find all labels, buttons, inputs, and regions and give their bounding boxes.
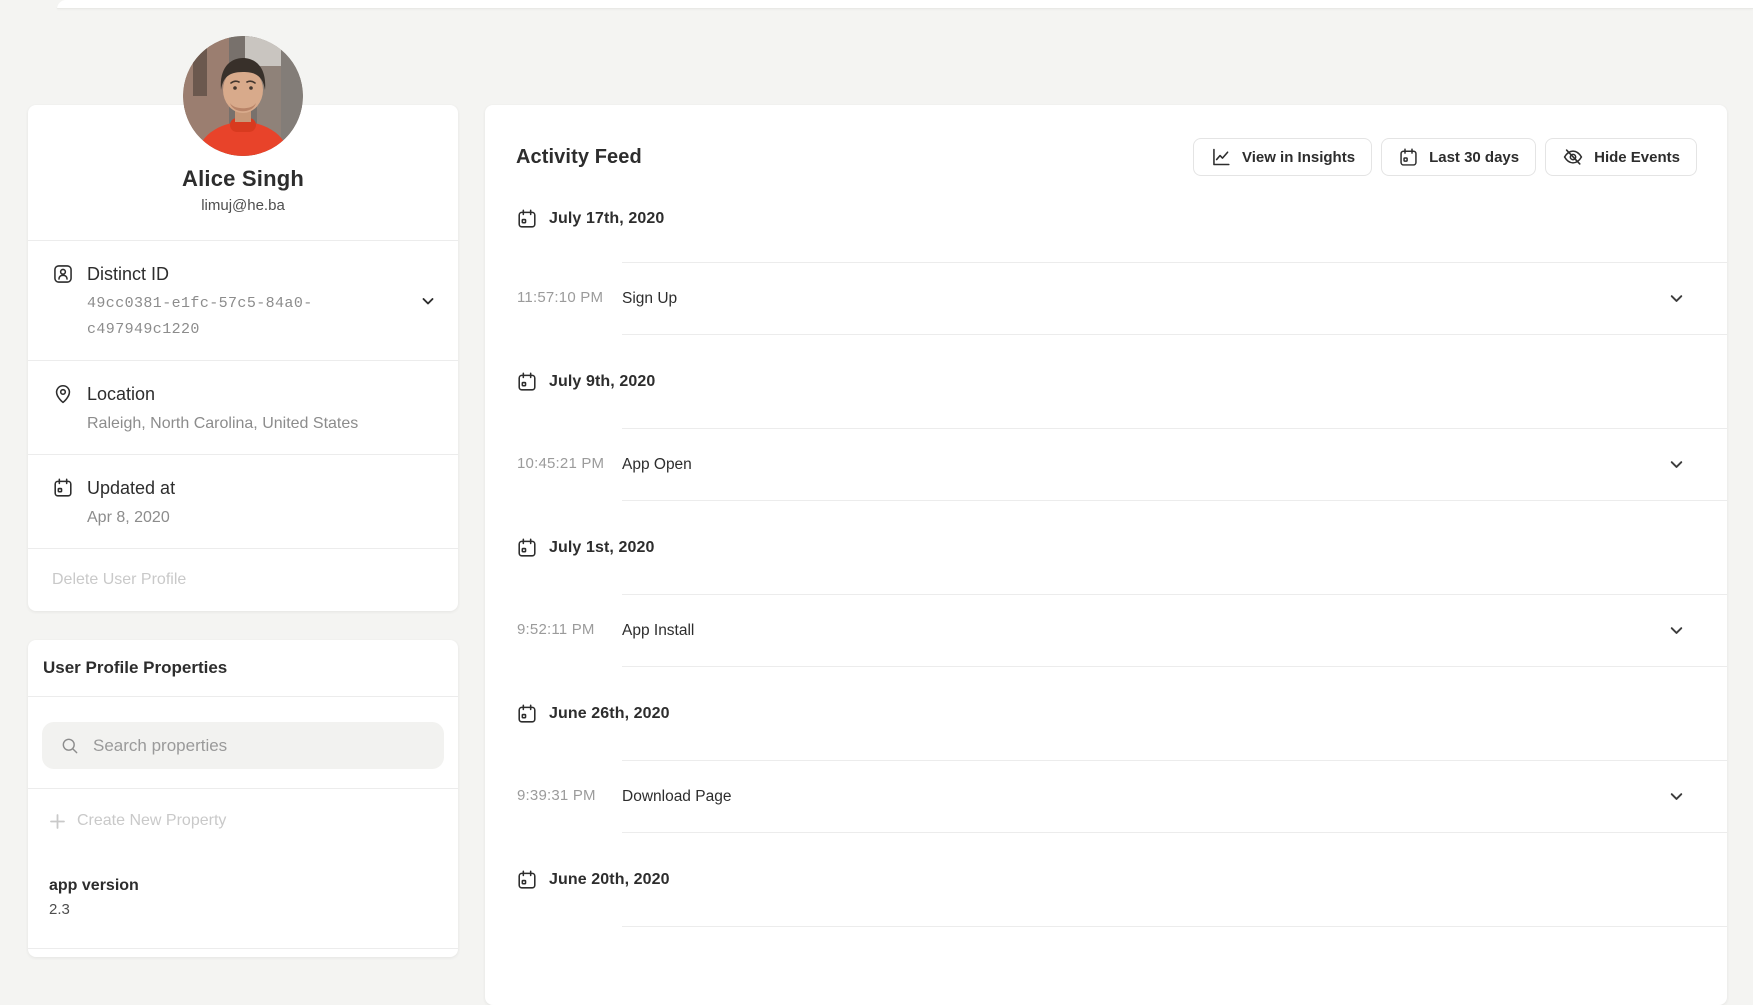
user-profile-properties-card: User Profile Properties Create New Prope… [28, 640, 458, 957]
event-date-row: July 9th, 2020 [485, 335, 1727, 428]
property-item: app version 2.3 [28, 853, 458, 949]
event-time: 9:39:31 PM [517, 760, 622, 833]
top-bar [57, 0, 1753, 9]
event-time: 9:52:11 PM [517, 594, 622, 667]
delete-row: Delete User Profile [28, 548, 458, 611]
distinct-id-value: 49cc0381-e1fc-57c5-84a0-c497949c1220 [87, 291, 337, 343]
event-time: 10:45:21 PM [517, 428, 622, 501]
delete-user-profile-button[interactable]: Delete User Profile [52, 569, 186, 591]
search-section [28, 697, 458, 789]
event-group: June 26th, 2020 9:39:31 PM Download Page [485, 667, 1727, 833]
button-label: Hide Events [1594, 149, 1680, 166]
chevron-down-icon[interactable] [1668, 788, 1685, 805]
calendar-icon [516, 537, 538, 559]
event-row-cut [622, 926, 1727, 966]
location-value: Raleigh, North Carolina, United States [87, 411, 434, 437]
event-date-label: July 9th, 2020 [549, 373, 655, 391]
button-label: View in Insights [1242, 149, 1355, 166]
calendar-icon [516, 703, 538, 725]
view-in-insights-button[interactable]: View in Insights [1193, 138, 1372, 176]
profile-name: Alice Singh [28, 165, 458, 193]
profile-sidebar: Alice Singh limuj@he.ba Distinct ID 49cc… [28, 105, 458, 957]
event-row[interactable]: 9:39:31 PM Download Page [517, 760, 1727, 833]
profile-card: Alice Singh limuj@he.ba Distinct ID 49cc… [28, 105, 458, 611]
updated-at-value: Apr 8, 2020 [87, 505, 434, 531]
event-date-row: June 20th, 2020 [485, 833, 1727, 926]
eye-off-icon [1562, 146, 1584, 168]
property-name: app version [49, 875, 437, 897]
chevron-down-icon[interactable] [1668, 456, 1685, 473]
date-range-button[interactable]: Last 30 days [1381, 138, 1536, 176]
plus-icon [49, 813, 66, 830]
create-new-property-button[interactable]: Create New Property [28, 789, 458, 853]
event-group: July 9th, 2020 10:45:21 PM App Open [485, 335, 1727, 501]
line-chart-icon [1210, 146, 1232, 168]
field-row-distinct-id: Distinct ID 49cc0381-e1fc-57c5-84a0-c497… [28, 240, 458, 360]
field-row-updated-at: Updated at Apr 8, 2020 [28, 454, 458, 548]
search-properties-input[interactable] [93, 736, 426, 756]
activity-feed-header: Activity Feed View in Insights [485, 105, 1727, 176]
activity-feed-card: Activity Feed View in Insights [485, 105, 1727, 1005]
calendar-icon [516, 371, 538, 393]
location-pin-icon [52, 383, 74, 405]
event-date-label: July 17th, 2020 [549, 210, 664, 228]
event-name: App Open [622, 456, 692, 474]
chevron-down-icon[interactable] [420, 293, 436, 309]
button-label: Last 30 days [1429, 149, 1519, 166]
profile-email: limuj@he.ba [28, 196, 458, 216]
calendar-icon [1398, 147, 1419, 168]
event-time: 11:57:10 PM [517, 262, 622, 335]
feed-buttons: View in Insights Last 30 days [1193, 138, 1697, 176]
calendar-icon [52, 477, 74, 499]
event-date-row: July 17th, 2020 [485, 176, 1727, 262]
event-row[interactable]: 10:45:21 PM App Open [517, 428, 1727, 501]
event-name: Sign Up [622, 290, 677, 308]
event-group: July 1st, 2020 9:52:11 PM App Install [485, 501, 1727, 667]
property-value: 2.3 [49, 898, 437, 922]
chevron-down-icon[interactable] [1668, 622, 1685, 639]
calendar-icon [516, 208, 538, 230]
event-date-label: June 26th, 2020 [549, 705, 670, 723]
event-row[interactable]: 9:52:11 PM App Install [517, 594, 1727, 667]
event-name: App Install [622, 622, 694, 640]
id-badge-icon [52, 263, 74, 285]
search-box[interactable] [42, 722, 444, 769]
event-date-row: July 1st, 2020 [485, 501, 1727, 594]
avatar [183, 36, 303, 156]
activity-feed-title: Activity Feed [516, 144, 642, 170]
properties-title: User Profile Properties [28, 640, 458, 697]
properties-list: app version 2.3 [28, 853, 458, 949]
field-label: Updated at [87, 476, 175, 500]
hide-events-button[interactable]: Hide Events [1545, 138, 1697, 176]
field-row-location: Location Raleigh, North Carolina, United… [28, 360, 458, 454]
event-row[interactable]: 11:57:10 PM Sign Up [517, 262, 1727, 335]
create-new-property-label: Create New Property [77, 810, 226, 832]
event-date-label: June 20th, 2020 [549, 871, 670, 889]
event-group: June 20th, 2020 [485, 833, 1727, 966]
search-icon [60, 736, 80, 756]
calendar-icon [516, 869, 538, 891]
chevron-down-icon[interactable] [1668, 290, 1685, 307]
field-label: Location [87, 382, 155, 406]
field-label: Distinct ID [87, 262, 169, 286]
event-date-row: June 26th, 2020 [485, 667, 1727, 760]
event-name: Download Page [622, 788, 731, 806]
event-group: July 17th, 2020 11:57:10 PM Sign Up [485, 176, 1727, 335]
feed-groups: July 17th, 2020 11:57:10 PM Sign Up July… [485, 176, 1727, 966]
event-date-label: July 1st, 2020 [549, 539, 654, 557]
